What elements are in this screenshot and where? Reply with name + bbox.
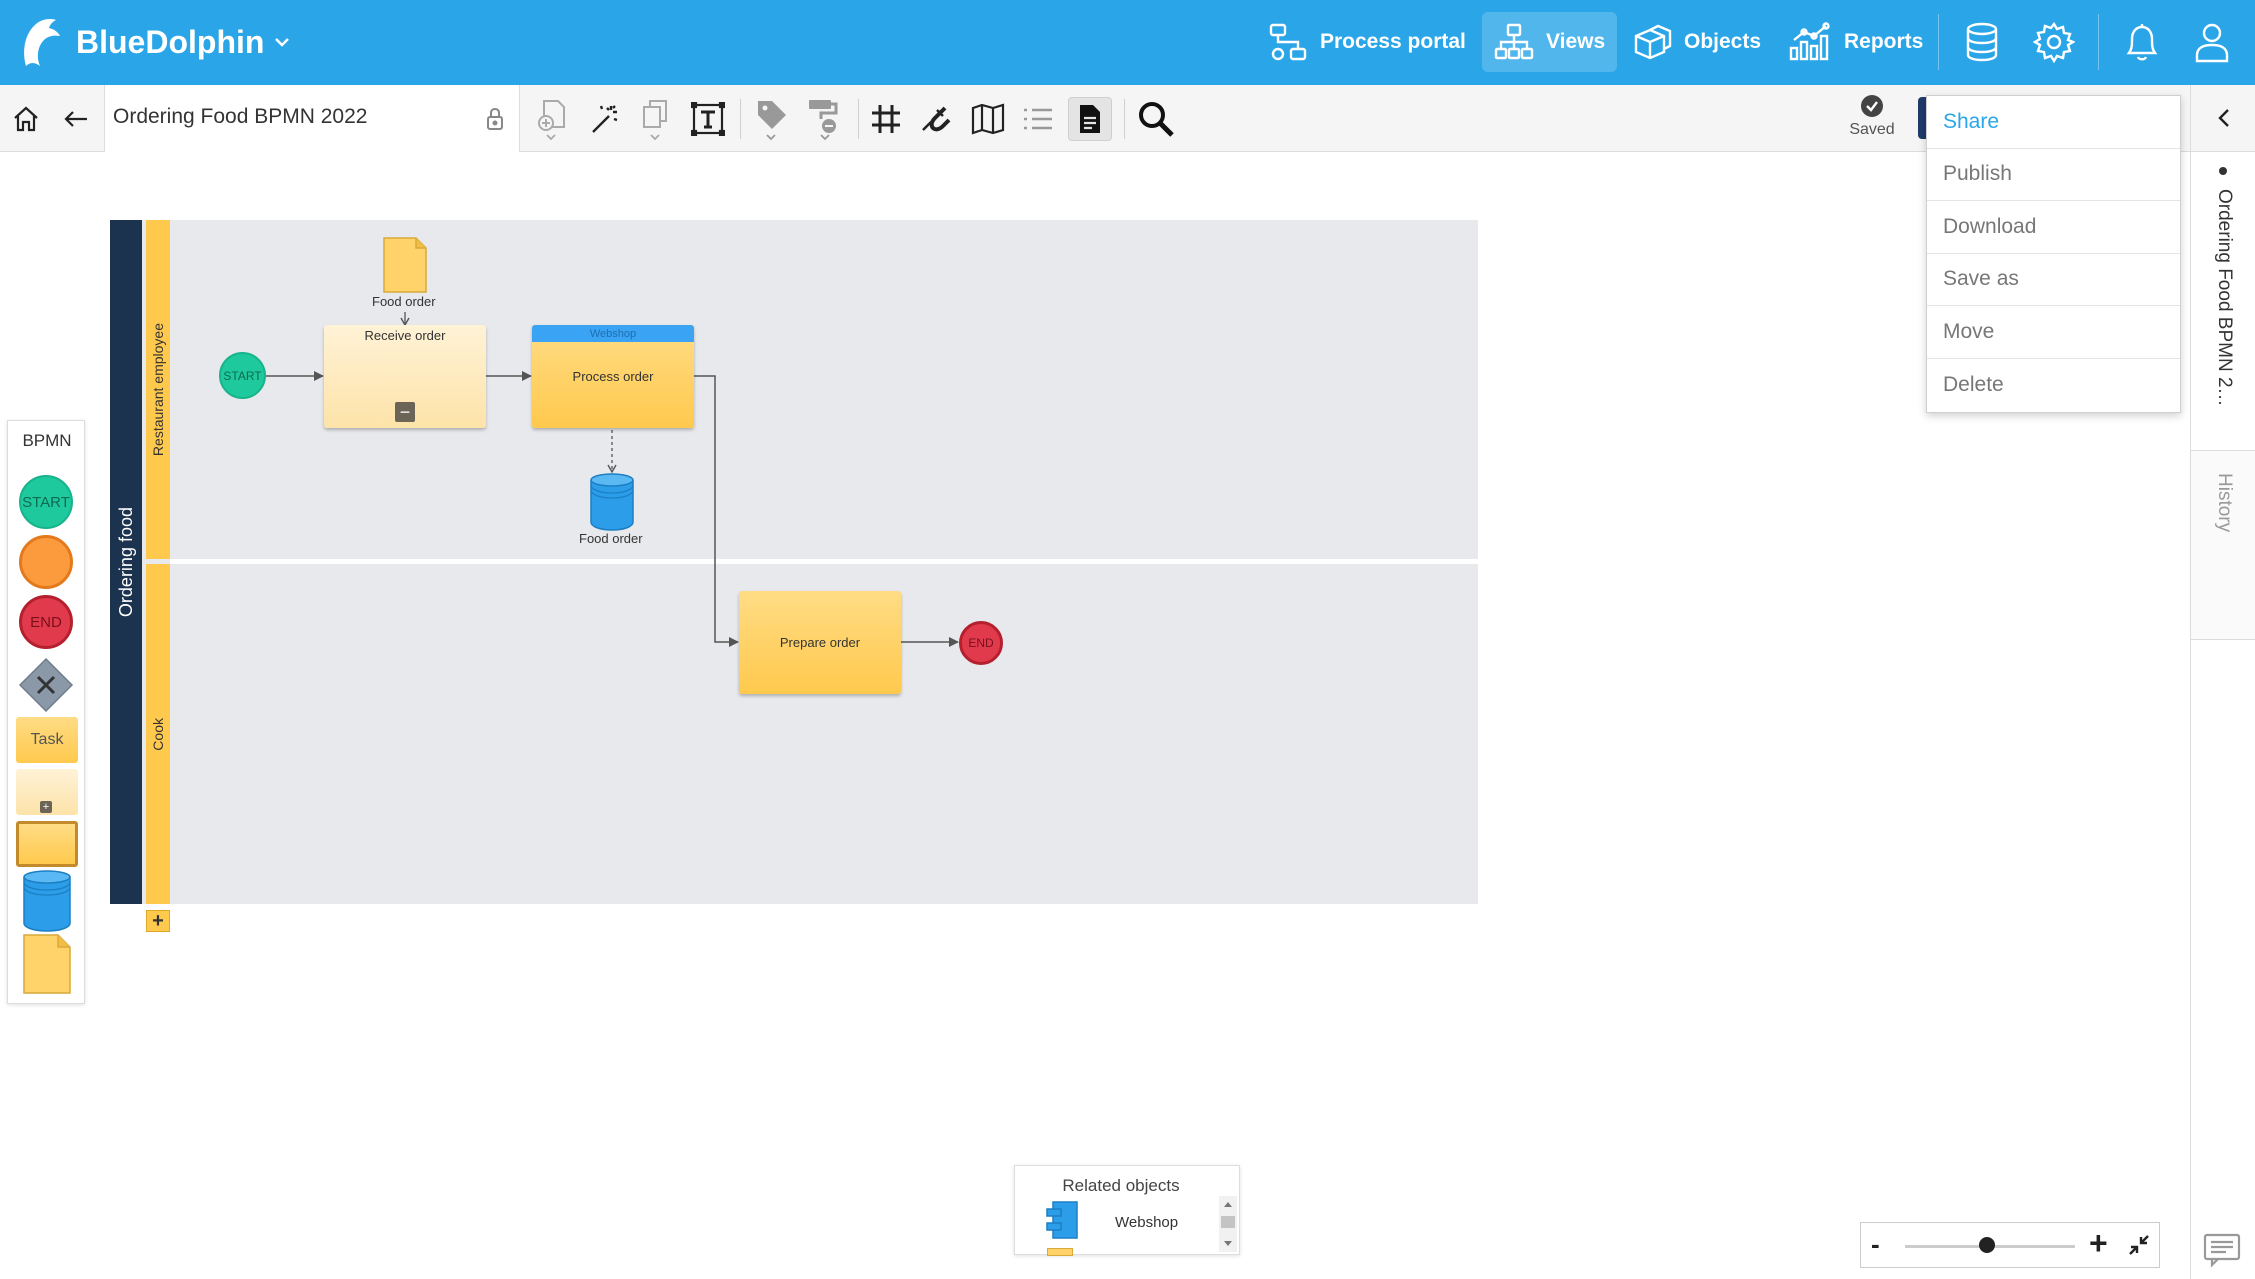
- comments-icon[interactable]: [2202, 1232, 2242, 1268]
- fit-to-screen-icon[interactable]: [2127, 1233, 2151, 1257]
- scroll-up-icon[interactable]: [1223, 1200, 1233, 1208]
- palette-title: BPMN: [22, 431, 72, 450]
- palette-subprocess[interactable]: +: [16, 769, 78, 815]
- palette-intermediate-event[interactable]: [19, 535, 73, 589]
- menu-item-move[interactable]: Move: [1927, 306, 2180, 359]
- scroll-thumb[interactable]: [1221, 1216, 1235, 1228]
- view-actions-menu: Share Publish Download Save as Move Dele…: [1926, 95, 2181, 413]
- task-label: Prepare order: [779, 635, 861, 650]
- data-store-label: Food order: [579, 531, 643, 546]
- scroll-down-icon[interactable]: [1223, 1240, 1233, 1248]
- related-objects-title: Related objects: [1062, 1176, 1180, 1195]
- palette-task-label: Task: [30, 731, 64, 748]
- palette-start-label: START: [22, 493, 70, 511]
- related-object-partial-icon: [1047, 1248, 1073, 1256]
- connectors-layer: [266, 312, 959, 647]
- related-objects-panel: Related objects Webshop: [1014, 1165, 1240, 1256]
- end-event[interactable]: END: [959, 621, 1003, 665]
- menu-item-save-as[interactable]: Save as: [1927, 254, 2180, 306]
- data-object-label: Food order: [372, 294, 436, 309]
- application-band-label: Webshop: [589, 327, 637, 340]
- application-component-icon[interactable]: [1045, 1200, 1079, 1240]
- zoom-control: - +: [1860, 1222, 2160, 1268]
- zoom-slider-thumb[interactable]: [1979, 1237, 1995, 1253]
- task-receive-order[interactable]: Receive order −: [324, 325, 486, 428]
- related-object-name[interactable]: Webshop: [1115, 1214, 1178, 1231]
- data-object-shape[interactable]: [382, 236, 428, 294]
- palette-gateway[interactable]: [18, 657, 74, 713]
- start-event-label: START: [223, 368, 262, 383]
- task-prepare-order[interactable]: Prepare order: [739, 591, 901, 694]
- menu-item-publish[interactable]: Publish: [1927, 149, 2180, 201]
- palette-task[interactable]: Task: [16, 717, 78, 763]
- collapse-subprocess-icon[interactable]: −: [395, 402, 415, 422]
- palette-call-activity[interactable]: [16, 821, 78, 867]
- palette-data-store[interactable]: [22, 869, 72, 933]
- task-label: Receive order: [364, 328, 446, 343]
- palette-end-label: END: [30, 613, 62, 631]
- end-event-label: END: [968, 636, 994, 650]
- zoom-in-button[interactable]: +: [2089, 1225, 2108, 1262]
- app-root: BlueDolphin Process portal Views Objects: [0, 0, 2255, 1279]
- data-store-shape[interactable]: [589, 472, 635, 532]
- bpmn-shape-palette: BPMN START END Task +: [7, 420, 85, 1004]
- menu-item-share[interactable]: Share: [1927, 96, 2180, 149]
- expand-subprocess-icon: +: [40, 801, 52, 813]
- palette-start-event[interactable]: START: [19, 475, 73, 529]
- menu-item-delete[interactable]: Delete: [1927, 359, 2180, 412]
- zoom-out-button[interactable]: -: [1871, 1229, 1880, 1260]
- palette-end-event[interactable]: END: [19, 595, 73, 649]
- start-event[interactable]: START: [219, 352, 266, 399]
- menu-item-download[interactable]: Download: [1927, 201, 2180, 254]
- application-band: Webshop: [532, 325, 694, 342]
- sequence-flow[interactable]: [694, 375, 739, 647]
- task-process-order[interactable]: Webshop Process order: [532, 325, 694, 428]
- task-label: Process order: [572, 369, 654, 384]
- palette-data-object[interactable]: [22, 933, 72, 995]
- related-objects-scrollbar[interactable]: [1219, 1196, 1237, 1252]
